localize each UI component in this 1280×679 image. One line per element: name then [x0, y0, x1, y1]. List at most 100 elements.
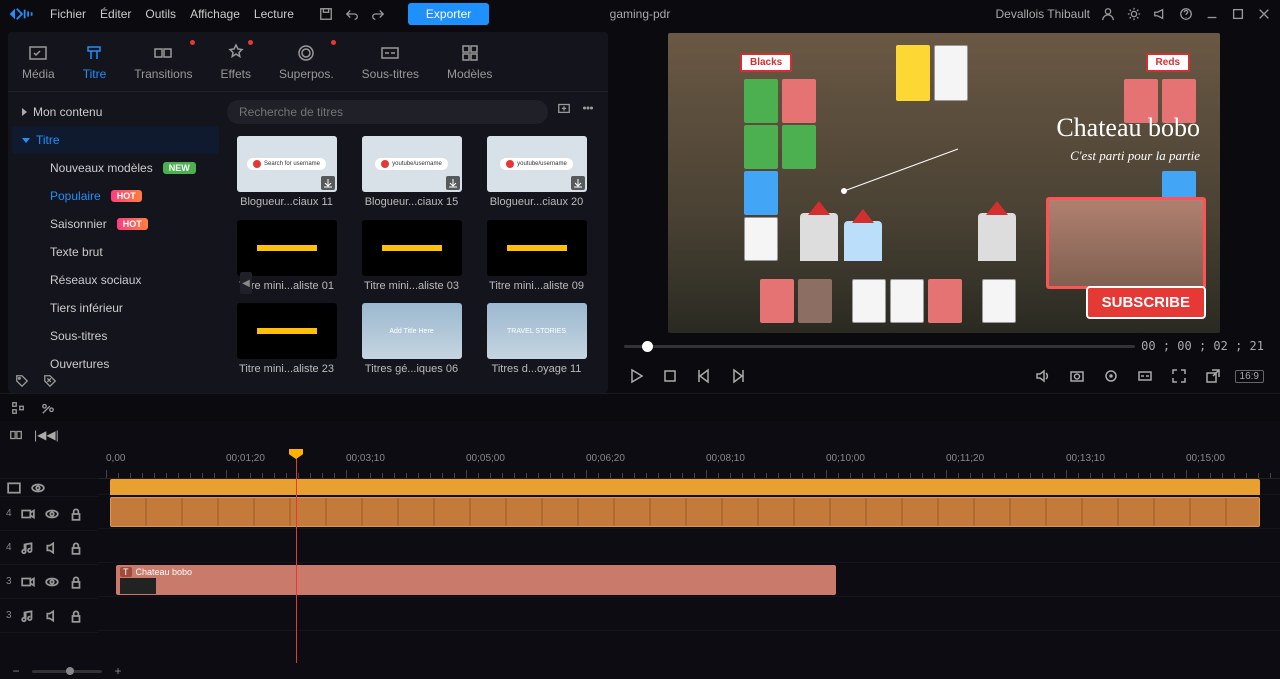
- tab-superpos[interactable]: Superpos.: [275, 38, 338, 85]
- template-card[interactable]: Search for usernameBlogueur...ciaux 11: [227, 136, 346, 214]
- track-video-3[interactable]: TChateau bobo: [98, 563, 1280, 597]
- sidebar-item-textebrut[interactable]: Texte brut: [12, 238, 219, 266]
- sidebar-category-titre[interactable]: Titre: [12, 126, 219, 154]
- redo-icon[interactable]: [370, 6, 386, 22]
- popout-icon[interactable]: [1201, 364, 1225, 388]
- megaphone-icon[interactable]: [1152, 6, 1168, 22]
- sidebar-item-tiersinfrieur[interactable]: Tiers inférieur: [12, 294, 219, 322]
- time-ruler[interactable]: 0,0000;01;2000;03;1000;05;0000;06;2000;0…: [98, 449, 1280, 479]
- template-card[interactable]: TRAVEL STORIESTitres d...oyage 11: [477, 303, 596, 381]
- eye-icon[interactable]: [30, 480, 46, 496]
- tab-mdia[interactable]: Média: [18, 38, 59, 85]
- track-audio-4[interactable]: [98, 529, 1280, 563]
- download-icon[interactable]: [571, 176, 585, 190]
- template-card[interactable]: Add Title HereTitres gé...iques 06: [352, 303, 471, 381]
- zoom-thumb[interactable]: [66, 667, 74, 675]
- music-icon[interactable]: [20, 540, 36, 556]
- volume-icon[interactable]: [1031, 364, 1055, 388]
- tab-label: Transitions: [134, 67, 192, 81]
- gear-icon[interactable]: [1126, 6, 1142, 22]
- add-folder-icon[interactable]: [556, 100, 572, 116]
- snap-icon[interactable]: [8, 427, 24, 443]
- razor-tool-icon[interactable]: [40, 400, 56, 416]
- zoom-slider[interactable]: [32, 670, 102, 673]
- lock-icon[interactable]: [68, 540, 84, 556]
- speaker-icon[interactable]: [44, 540, 60, 556]
- castle-graphic: [800, 213, 838, 261]
- tab-soustitres[interactable]: Sous-titres: [358, 38, 423, 85]
- user-icon[interactable]: [1100, 6, 1116, 22]
- title-clip[interactable]: TChateau bobo: [116, 565, 836, 595]
- prev-frame-icon[interactable]: [692, 364, 716, 388]
- tab-modles[interactable]: Modèles: [443, 38, 496, 85]
- sidebar-item-populaire[interactable]: PopulaireHOT: [12, 182, 219, 210]
- camera-icon[interactable]: [20, 506, 36, 522]
- username: Devallois Thibault: [996, 7, 1091, 21]
- tab-titre[interactable]: Titre: [79, 38, 111, 85]
- lock-icon[interactable]: [68, 574, 84, 590]
- lock-icon[interactable]: [68, 506, 84, 522]
- help-icon[interactable]: [1178, 6, 1194, 22]
- scrub-thumb[interactable]: [642, 341, 653, 352]
- aspect-ratio[interactable]: 16:9: [1235, 370, 1264, 383]
- caption-icon[interactable]: [1133, 364, 1157, 388]
- camera-icon[interactable]: [20, 574, 36, 590]
- quality-icon[interactable]: [1099, 364, 1123, 388]
- speaker-icon[interactable]: [44, 608, 60, 624]
- template-card[interactable]: Titre mini...aliste 03: [352, 220, 471, 298]
- template-card[interactable]: Titre mini...aliste 09: [477, 220, 596, 298]
- scrub-track[interactable]: [624, 345, 1135, 348]
- markers-icon[interactable]: |◀◀|: [34, 428, 59, 442]
- tab-transitions[interactable]: Transitions: [130, 38, 196, 85]
- zoom-in-icon[interactable]: +: [110, 663, 126, 679]
- more-icon[interactable]: [580, 100, 596, 116]
- search-input[interactable]: [227, 100, 548, 124]
- sidebar-collapse[interactable]: ◀: [240, 272, 252, 294]
- menu-edit[interactable]: Éditer: [100, 7, 131, 21]
- sidebar-item-saisonnier[interactable]: SaisonnierHOT: [12, 210, 219, 238]
- tag-tools: [14, 373, 58, 389]
- selection-tool-icon[interactable]: [10, 400, 26, 416]
- music-icon[interactable]: [20, 608, 36, 624]
- menu-tools[interactable]: Outils: [145, 7, 176, 21]
- template-card[interactable]: Titre mini...aliste 23: [227, 303, 346, 381]
- download-icon[interactable]: [446, 176, 460, 190]
- snapshot-icon[interactable]: [1065, 364, 1089, 388]
- menu-playback[interactable]: Lecture: [254, 7, 294, 21]
- sidebar-root[interactable]: Mon contenu: [12, 98, 219, 126]
- export-button[interactable]: Exporter: [408, 3, 489, 25]
- video-clip[interactable]: [110, 497, 1260, 527]
- template-card[interactable]: youtube/usernameBlogueur...ciaux 15: [352, 136, 471, 214]
- track-top[interactable]: [98, 479, 1280, 495]
- save-icon[interactable]: [318, 6, 334, 22]
- eye-icon[interactable]: [44, 574, 60, 590]
- download-icon[interactable]: [321, 176, 335, 190]
- tab-effets[interactable]: Effets: [217, 38, 255, 85]
- menu-view[interactable]: Affichage: [190, 7, 240, 21]
- track-video-4[interactable]: [98, 495, 1280, 529]
- next-frame-icon[interactable]: [726, 364, 750, 388]
- stop-icon[interactable]: [658, 364, 682, 388]
- zoom-out-icon[interactable]: −: [8, 663, 24, 679]
- clip-header[interactable]: [110, 479, 1260, 495]
- maximize-icon[interactable]: [1230, 6, 1246, 22]
- menu-file[interactable]: Fichier: [50, 7, 86, 21]
- close-icon[interactable]: [1256, 6, 1272, 22]
- undo-icon[interactable]: [344, 6, 360, 22]
- fit-icon[interactable]: [1167, 364, 1191, 388]
- track-audio-3[interactable]: [98, 597, 1280, 631]
- sidebar-item-soustitres[interactable]: Sous-titres: [12, 322, 219, 350]
- template-card[interactable]: youtube/usernameBlogueur...ciaux 20: [477, 136, 596, 214]
- eye-icon[interactable]: [44, 506, 60, 522]
- minimize-icon[interactable]: [1204, 6, 1220, 22]
- film-icon[interactable]: [6, 480, 22, 496]
- sidebar-item-nouveauxmodles[interactable]: Nouveaux modèlesNEW: [12, 154, 219, 182]
- browser-body: Mon contenuTitreNouveaux modèlesNEWPopul…: [8, 92, 608, 393]
- lock-icon[interactable]: [68, 608, 84, 624]
- tag-clear-icon[interactable]: [42, 373, 58, 389]
- tag-icon[interactable]: [14, 373, 30, 389]
- sidebar-item-rseauxsociaux[interactable]: Réseaux sociaux: [12, 266, 219, 294]
- tracks-area[interactable]: 0,0000;01;2000;03;1000;05;0000;06;2000;0…: [98, 449, 1280, 663]
- play-icon[interactable]: [624, 364, 648, 388]
- playhead[interactable]: [296, 449, 297, 663]
